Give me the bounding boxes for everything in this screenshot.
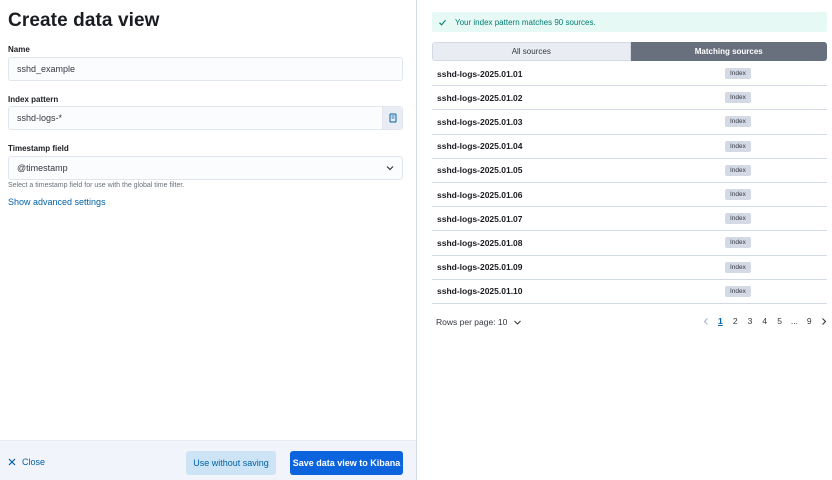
index-badge: Index (725, 237, 751, 249)
index-badge: Index (725, 285, 751, 297)
name-label: Name (8, 45, 30, 54)
source-name: sshd-logs-2025.01.03 (437, 116, 523, 127)
index-badge: Index (725, 92, 751, 104)
page-ellipsis: ... (790, 316, 798, 326)
table-row: sshd-logs-2025.01.07 Index (432, 207, 827, 232)
index-badge: Index (725, 189, 751, 201)
page-5[interactable]: 5 (772, 316, 787, 326)
name-field-value: sshd_example (17, 64, 76, 74)
sources-table: sshd-logs-2025.01.01 Index sshd-logs-2025… (432, 62, 827, 304)
table-row: sshd-logs-2025.01.05 Index (432, 159, 827, 183)
table-row: sshd-logs-2025.01.03 Index (432, 110, 827, 135)
timestamp-select[interactable]: @timestamp (8, 156, 403, 180)
page-title: Create data view (8, 10, 160, 31)
source-name: sshd-logs-2025.01.10 (437, 286, 523, 297)
callout-text: Your index pattern matches 90 sources. (455, 17, 596, 27)
source-name: sshd-logs-2025.01.08 (437, 237, 523, 248)
index-badge: Index (725, 116, 751, 128)
tab-matching-sources[interactable]: Matching sources (630, 42, 827, 61)
save-data-view-button[interactable]: Save data view to Kibana (290, 451, 403, 475)
rows-per-page-label: Rows per page: 10 (436, 317, 508, 327)
preview-panel: Your index pattern matches 90 sources. A… (417, 0, 832, 480)
close-button-label: Close (22, 457, 46, 467)
table-row: sshd-logs-2025.01.10 Index (432, 280, 827, 304)
table-row: sshd-logs-2025.01.01 Index (432, 62, 827, 87)
check-icon (439, 19, 446, 26)
page-4[interactable]: 4 (757, 316, 772, 326)
index-badge: Index (725, 68, 751, 80)
flyout-footer: Close Use without saving Save data view … (0, 440, 416, 480)
rows-per-page-button[interactable]: Rows per page: 10 (436, 317, 522, 327)
source-name: sshd-logs-2025.01.06 (437, 189, 523, 200)
chevron-down-icon (378, 163, 402, 173)
source-name: sshd-logs-2025.01.01 (437, 68, 523, 79)
source-name: sshd-logs-2025.01.04 (437, 141, 523, 152)
index-badge: Index (725, 164, 751, 176)
index-badge: Index (725, 213, 751, 225)
table-row: sshd-logs-2025.01.04 Index (432, 135, 827, 159)
tab-all-sources[interactable]: All sources (432, 42, 631, 61)
table-row: sshd-logs-2025.01.08 Index (432, 231, 827, 256)
name-field[interactable]: sshd_example (8, 57, 403, 81)
close-button[interactable]: Close (8, 457, 45, 467)
table-row: sshd-logs-2025.01.02 Index (432, 86, 827, 111)
page-3[interactable]: 3 (743, 316, 758, 326)
close-icon (8, 458, 16, 466)
source-tabs: All sources Matching sources (432, 42, 827, 61)
source-name: sshd-logs-2025.01.07 (437, 213, 523, 224)
chevron-left-icon[interactable] (699, 317, 713, 326)
source-name: sshd-logs-2025.01.02 (437, 92, 523, 103)
table-row: sshd-logs-2025.01.06 Index (432, 183, 827, 208)
chevron-down-icon (514, 320, 522, 325)
timestamp-label: Timestamp field (8, 144, 69, 153)
pagination: 1 2 3 4 5 ... 9 (699, 316, 831, 326)
page-1[interactable]: 1 (713, 316, 728, 326)
page-9[interactable]: 9 (802, 316, 817, 326)
chevron-right-icon[interactable] (817, 317, 831, 326)
table-row: sshd-logs-2025.01.09 Index (432, 256, 827, 280)
use-without-saving-button[interactable]: Use without saving (186, 451, 276, 475)
index-pattern-field[interactable]: sshd-logs-* (8, 106, 403, 130)
index-badge: Index (725, 261, 751, 273)
form-panel: Create data view Name sshd_example Index… (0, 0, 417, 480)
page-2[interactable]: 2 (728, 316, 743, 326)
success-callout: Your index pattern matches 90 sources. (432, 12, 827, 32)
show-advanced-settings-link[interactable]: Show advanced settings (8, 197, 106, 207)
source-name: sshd-logs-2025.01.05 (437, 165, 523, 176)
index-pattern-help-icon[interactable] (382, 107, 402, 129)
timestamp-help-text: Select a timestamp field for use with th… (8, 182, 185, 189)
timestamp-value: @timestamp (17, 163, 68, 173)
index-pattern-value: sshd-logs-* (17, 113, 63, 123)
index-pattern-label: Index pattern (8, 95, 59, 104)
source-name: sshd-logs-2025.01.09 (437, 262, 523, 273)
index-badge: Index (725, 140, 751, 152)
create-data-view-flyout: Create data view Name sshd_example Index… (0, 0, 832, 480)
